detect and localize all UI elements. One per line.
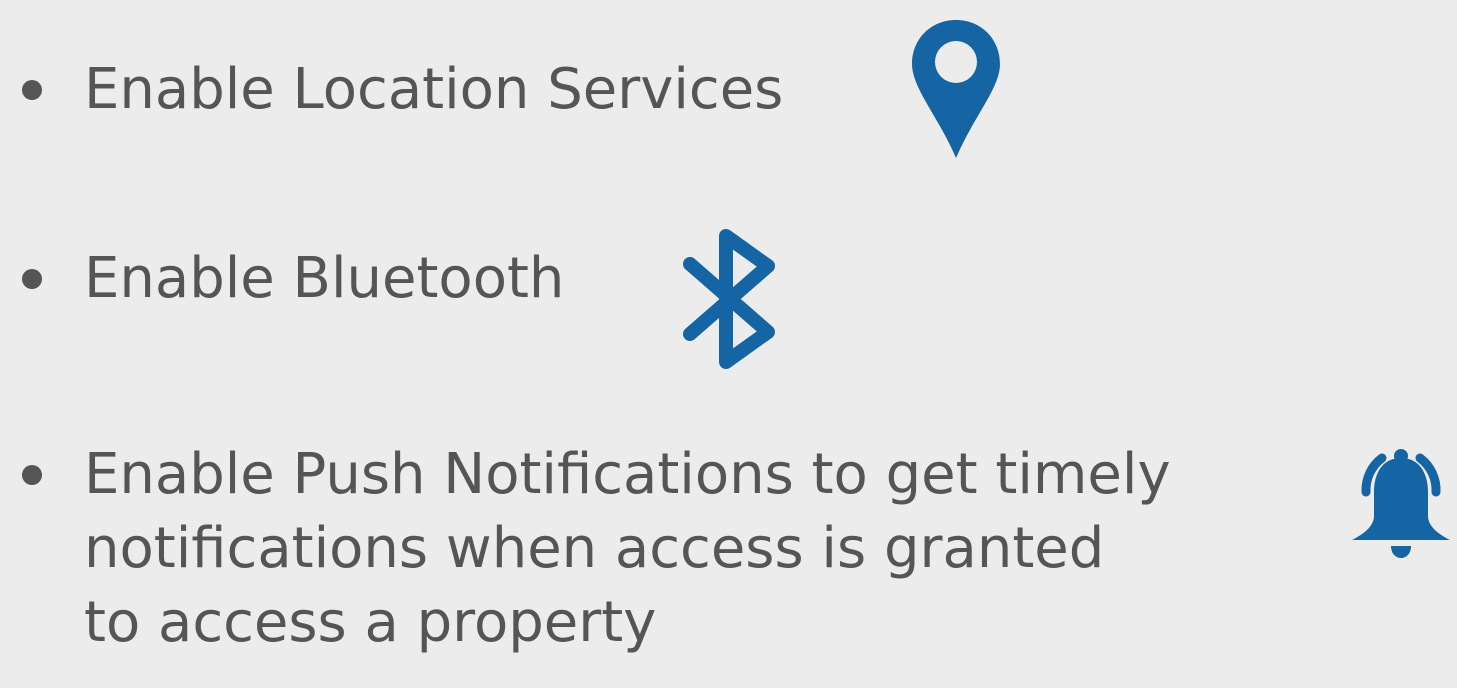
bluetooth-icon	[676, 228, 788, 370]
list-item-text-line: notifications when access is granted	[84, 516, 1105, 581]
list-item-text: Enable Bluetooth	[84, 246, 565, 311]
list-item-text-line: to access a property	[84, 590, 657, 655]
list-item-text: Enable Push Notifications to get timely …	[84, 443, 1171, 655]
location-pin-icon	[908, 18, 1004, 160]
list-item-text: Enable Location Services	[84, 57, 784, 122]
bullet	[22, 269, 42, 289]
bullet	[22, 465, 42, 485]
bell-ringing-icon	[1346, 444, 1456, 562]
list-item-text-line: Enable Push Notifications to get timely	[84, 442, 1171, 507]
bullet	[22, 80, 42, 100]
